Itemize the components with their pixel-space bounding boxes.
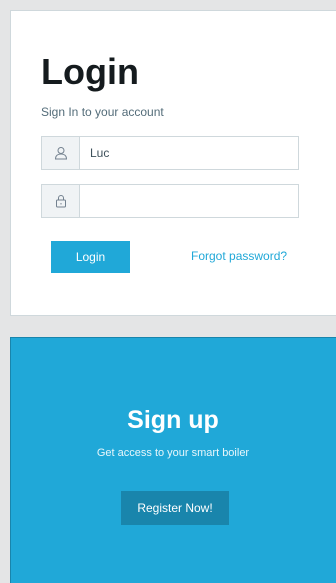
login-button[interactable]: Login [51,241,130,273]
password-input[interactable] [80,185,298,217]
username-input[interactable] [80,137,298,169]
page: Login Sign In to your account Login Forg… [0,0,336,583]
forgot-password-link[interactable]: Forgot password? [191,248,287,264]
lock-icon [42,185,80,217]
signup-title: Sign up [127,406,219,434]
user-icon [42,137,80,169]
login-title: Login [41,51,139,92]
signup-card [10,337,336,583]
register-button[interactable]: Register Now! [121,491,229,525]
password-input-group [41,184,299,218]
signup-subtitle: Get access to your smart boiler [96,447,250,459]
username-input-group [41,136,299,170]
login-subtitle: Sign In to your account [41,105,164,119]
